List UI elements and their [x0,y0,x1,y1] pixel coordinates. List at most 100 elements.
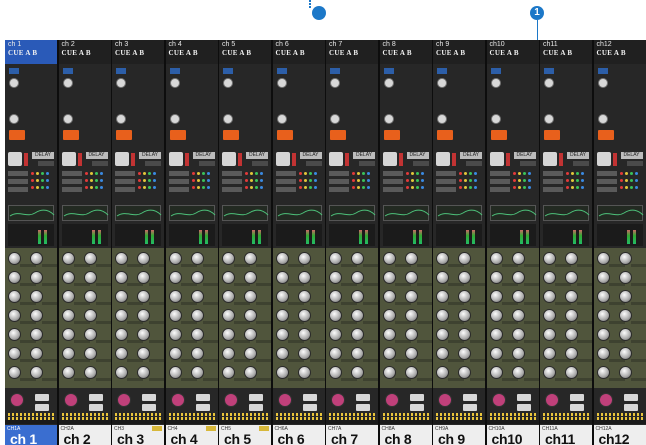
delay-button[interactable]: DELAY [406,152,429,159]
insert-icon[interactable] [489,152,504,166]
phantom-power-button[interactable] [276,130,293,140]
pan-link-button[interactable] [356,404,370,411]
channel-name-area[interactable]: CH8A ch 8 [379,425,432,445]
channel-name-area[interactable]: CH12A ch12 [593,425,646,445]
dynamics-meter[interactable] [329,224,375,246]
dca-assign-leds[interactable] [489,413,536,416]
phantom-power-button[interactable] [544,130,560,140]
eq-graph[interactable] [436,205,483,221]
pan-link-button[interactable] [195,404,210,411]
insert-1-button[interactable] [61,179,82,184]
pan-mode-button[interactable] [249,394,263,401]
channel-name-area[interactable]: CH9A ch 9 [433,425,485,445]
phantom-power-button[interactable] [62,130,79,140]
direct-out-button[interactable] [382,171,403,176]
channel-header[interactable]: ch11 CUE A B [540,40,592,64]
pan-link-button[interactable] [623,404,638,411]
pan-knob[interactable] [10,393,24,407]
pan-link-button[interactable] [249,404,263,411]
dca-assign-leds[interactable] [596,413,643,416]
gain-knob[interactable] [383,114,394,124]
phantom-power-button[interactable] [597,130,614,140]
hpf-knob[interactable] [116,78,126,88]
pan-link-button[interactable] [35,404,49,411]
eq-graph[interactable] [168,205,215,221]
input-patch-indicator[interactable] [544,68,554,74]
insert-icon[interactable] [275,152,290,166]
gain-knob[interactable] [437,114,447,124]
insert-2-button[interactable] [543,187,563,192]
pan-link-button[interactable] [88,404,103,411]
delay-button[interactable]: DELAY [32,152,54,159]
input-patch-indicator[interactable] [437,68,447,74]
insert-2-button[interactable] [329,187,349,192]
insert-icon[interactable] [543,152,557,166]
input-patch-indicator[interactable] [62,68,73,74]
dynamics-meter[interactable] [168,224,215,246]
eq-graph[interactable] [222,205,269,221]
dynamics-meter[interactable] [543,224,589,246]
eq-graph[interactable] [329,205,376,221]
pan-mode-button[interactable] [463,394,477,401]
dca-assign-leds[interactable] [329,413,375,416]
channel-name-area[interactable]: CH6A ch 6 [272,425,325,445]
direct-out-button[interactable] [596,171,617,176]
phantom-power-button[interactable] [9,130,25,140]
pan-link-button[interactable] [463,404,477,411]
channel-name-area[interactable]: CH7A ch 7 [326,425,378,445]
insert-1-button[interactable] [382,179,403,184]
pan-mode-button[interactable] [409,394,424,401]
pan-link-button[interactable] [302,404,317,411]
pan-knob[interactable] [491,393,506,407]
insert-icon[interactable] [329,152,343,166]
pan-mode-button[interactable] [88,394,103,401]
dynamics-meter[interactable] [382,224,429,246]
pan-link-button[interactable] [409,404,424,411]
gain-knob[interactable] [276,114,287,124]
insert-icon[interactable] [436,152,450,166]
input-patch-indicator[interactable] [223,68,233,74]
channel-header[interactable]: ch 7 CUE A B [326,40,378,64]
eq-graph[interactable] [382,205,429,221]
pan-mode-button[interactable] [302,394,317,401]
gain-knob[interactable] [544,114,554,124]
direct-out-button[interactable] [8,171,28,176]
insert-icon[interactable] [115,152,129,166]
dca-assign-leds[interactable] [8,413,54,416]
hpf-knob[interactable] [9,78,19,88]
eq-graph[interactable] [115,205,162,221]
pan-mode-button[interactable] [356,394,370,401]
insert-2-button[interactable] [382,187,403,192]
channel-header[interactable]: ch10 CUE A B [486,40,539,64]
insert-2-button[interactable] [115,187,135,192]
channel-header[interactable]: ch 8 CUE A B [379,40,432,64]
insert-icon[interactable] [8,152,22,166]
phantom-power-button[interactable] [383,130,400,140]
pan-knob[interactable] [438,393,452,407]
hpf-knob[interactable] [437,78,447,88]
gain-knob[interactable] [490,114,501,124]
hpf-knob[interactable] [169,78,180,88]
insert-icon[interactable] [168,152,183,166]
input-patch-indicator[interactable] [383,68,394,74]
direct-out-button[interactable] [222,171,242,176]
direct-out-button[interactable] [436,171,456,176]
insert-2-button[interactable] [596,187,617,192]
dynamics-meter[interactable] [115,224,161,246]
insert-2-button[interactable] [222,187,242,192]
pan-link-button[interactable] [516,404,531,411]
delay-button[interactable]: DELAY [139,152,161,159]
dynamics-meter[interactable] [275,224,322,246]
insert-1-button[interactable] [329,179,349,184]
gain-knob[interactable] [223,114,233,124]
pan-knob[interactable] [117,393,131,407]
delay-button[interactable]: DELAY [192,152,215,159]
channel-header[interactable]: ch 5 CUE A B [219,40,271,64]
dca-assign-leds[interactable] [382,413,429,416]
hpf-knob[interactable] [276,78,287,88]
eq-graph[interactable] [61,205,108,221]
hpf-knob[interactable] [383,78,394,88]
eq-graph[interactable] [543,205,590,221]
dca-assign-leds[interactable] [436,413,482,416]
channel-name-area[interactable]: CH3 ch 3 [112,425,164,445]
